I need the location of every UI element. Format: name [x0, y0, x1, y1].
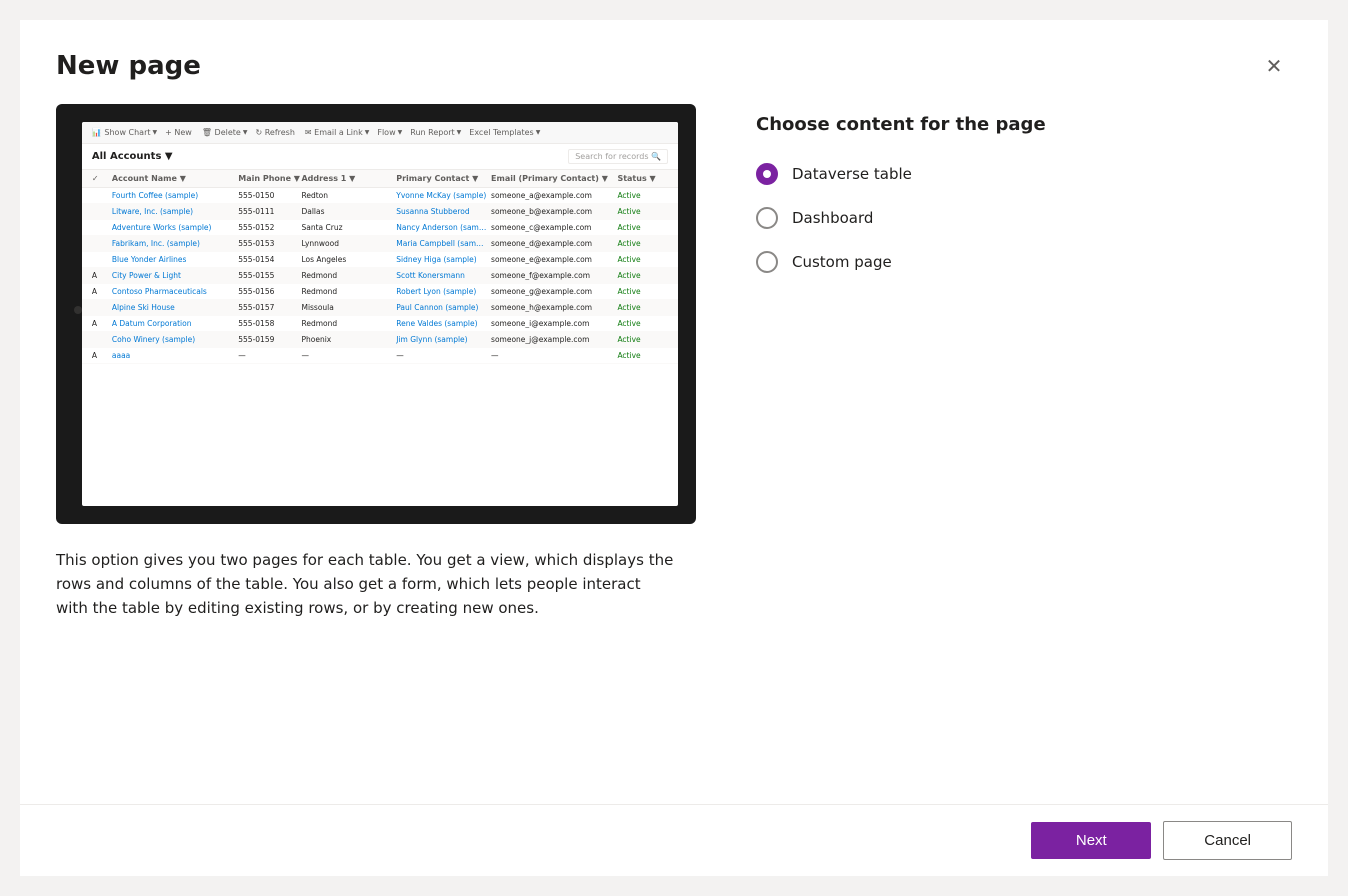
col-address: Address 1 ▼	[301, 174, 396, 183]
preview-column-headers: ✓ Account Name ▼ Main Phone ▼ Address 1 …	[82, 170, 678, 188]
table-row: Litware, Inc. (sample) 555-0111 Dallas S…	[82, 204, 678, 220]
dialog-body: 📊 Show Chart + New 🗑 Delete ↻ Refresh ✉ …	[20, 104, 1328, 804]
radio-dashboard[interactable]	[756, 207, 778, 229]
close-icon: ✕	[1266, 54, 1283, 79]
toolbar-excel: Excel Templates	[469, 128, 540, 137]
label-dataverse: Dataverse table	[792, 165, 912, 183]
toolbar-show-chart: 📊 Show Chart	[92, 128, 157, 137]
toolbar-delete: 🗑 Delete	[202, 128, 248, 137]
col-check: ✓	[92, 174, 112, 183]
table-row: Coho Winery (sample) 555-0159 Phoenix Ji…	[82, 332, 678, 348]
preview-header-row: All Accounts ▼ Search for records 🔍	[82, 144, 678, 170]
col-account-name: Account Name ▼	[112, 174, 238, 183]
left-panel: 📊 Show Chart + New 🗑 Delete ↻ Refresh ✉ …	[56, 104, 696, 784]
radio-dataverse[interactable]	[756, 163, 778, 185]
toolbar-email: ✉ Email a Link	[305, 128, 369, 137]
camera-dot	[74, 306, 82, 314]
table-row: Adventure Works (sample) 555-0152 Santa …	[82, 220, 678, 236]
close-button[interactable]: ✕	[1256, 48, 1292, 84]
dialog-title: New page	[56, 51, 201, 81]
preview-table-title: All Accounts ▼	[92, 151, 173, 162]
option-dashboard[interactable]: Dashboard	[756, 207, 1292, 229]
preview-container: 📊 Show Chart + New 🗑 Delete ↻ Refresh ✉ …	[56, 104, 696, 524]
preview-toolbar: 📊 Show Chart + New 🗑 Delete ↻ Refresh ✉ …	[82, 122, 678, 144]
choose-content-title: Choose content for the page	[756, 114, 1292, 135]
description-text: This option gives you two pages for each…	[56, 548, 676, 620]
radio-custom[interactable]	[756, 251, 778, 273]
dialog-header: New page ✕	[20, 20, 1328, 104]
preview-inner: 📊 Show Chart + New 🗑 Delete ↻ Refresh ✉ …	[82, 122, 678, 506]
table-row: Fourth Coffee (sample) 555-0150 Redton Y…	[82, 188, 678, 204]
new-page-dialog: New page ✕ 📊 Show Chart + New 🗑 Delete ↻…	[20, 20, 1328, 876]
preview-table-body: Fourth Coffee (sample) 555-0150 Redton Y…	[82, 188, 678, 364]
col-status: Status ▼	[617, 174, 668, 183]
col-primary-contact: Primary Contact ▼	[396, 174, 491, 183]
toolbar-refresh: ↻ Refresh	[255, 128, 296, 137]
preview-table: ✓ Account Name ▼ Main Phone ▼ Address 1 …	[82, 170, 678, 506]
table-row: Alpine Ski House 555-0157 Missoula Paul …	[82, 300, 678, 316]
toolbar-new: + New	[165, 128, 194, 137]
table-row: Blue Yonder Airlines 555-0154 Los Angele…	[82, 252, 678, 268]
option-dataverse[interactable]: Dataverse table	[756, 163, 1292, 185]
label-dashboard: Dashboard	[792, 209, 873, 227]
right-panel: Choose content for the page Dataverse ta…	[756, 104, 1292, 784]
table-row: A aaaa — — — — Active	[82, 348, 678, 364]
dialog-footer: Next Cancel	[20, 804, 1328, 876]
next-button[interactable]: Next	[1031, 822, 1151, 859]
label-custom: Custom page	[792, 253, 892, 271]
table-row: A City Power & Light 555-0155 Redmond Sc…	[82, 268, 678, 284]
cancel-button[interactable]: Cancel	[1163, 821, 1292, 860]
preview-search: Search for records 🔍	[568, 149, 668, 164]
toolbar-run-report: Run Report	[410, 128, 461, 137]
col-email: Email (Primary Contact) ▼	[491, 174, 617, 183]
col-main-phone: Main Phone ▼	[238, 174, 301, 183]
table-row: A Contoso Pharmaceuticals 555-0156 Redmo…	[82, 284, 678, 300]
table-row: A A Datum Corporation 555-0158 Redmond R…	[82, 316, 678, 332]
option-custom[interactable]: Custom page	[756, 251, 1292, 273]
table-row: Fabrikam, Inc. (sample) 555-0153 Lynnwoo…	[82, 236, 678, 252]
toolbar-flow: Flow	[377, 128, 402, 137]
content-options-group: Dataverse table Dashboard Custom page	[756, 163, 1292, 273]
